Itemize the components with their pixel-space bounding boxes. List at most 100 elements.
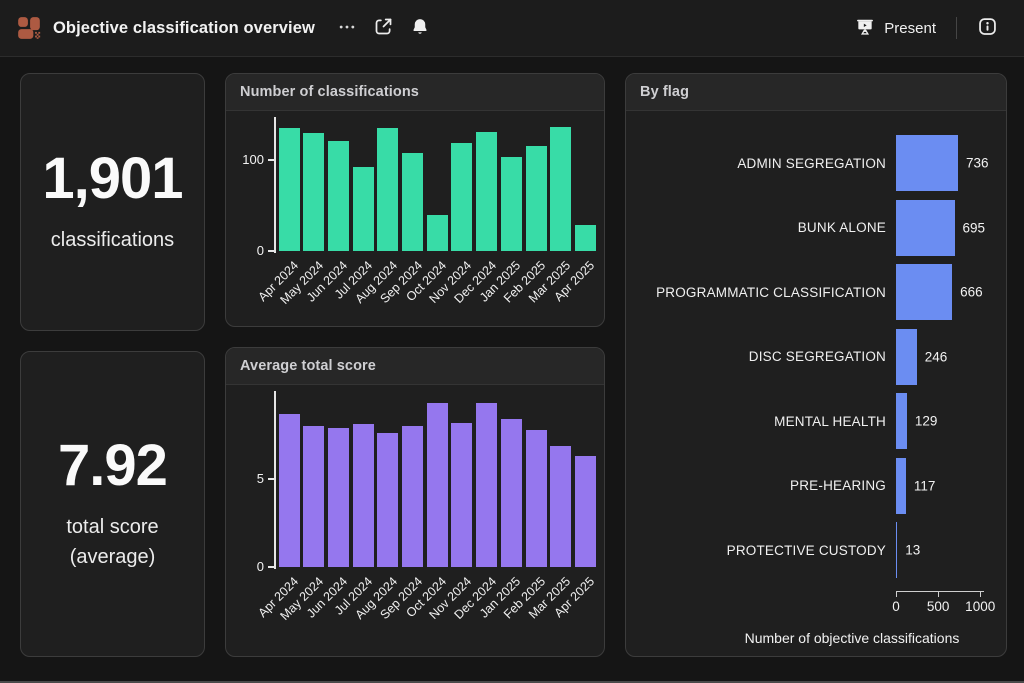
chart-card-by-flag: By flag ADMIN SEGREGATION 736 BUNK ALONE 69…	[625, 73, 1007, 657]
by-flag-row: PROGRAMMATIC CLASSIFICATION 666	[640, 260, 992, 325]
notifications-button[interactable]	[405, 12, 435, 45]
category-label: PROGRAMMATIC CLASSIFICATION	[640, 285, 886, 300]
bar-track: 666	[896, 264, 992, 320]
x-axis-tick-label: 500	[927, 599, 950, 614]
bar-chart-by-flag: ADMIN SEGREGATION 736 BUNK ALONE 695 PROGRAM…	[626, 111, 1006, 656]
stat-card-total-score: 7.92 total score (average)	[20, 351, 205, 657]
y-axis-tick	[268, 159, 274, 161]
chart-header: Number of classifications	[226, 74, 604, 111]
value-label: 695	[963, 220, 986, 235]
bar[interactable]	[550, 446, 571, 567]
x-axis: 05001000	[896, 591, 992, 617]
bar[interactable]	[328, 141, 349, 251]
bell-icon	[410, 17, 430, 40]
bar[interactable]	[476, 132, 497, 251]
value-label: 117	[914, 478, 936, 493]
bar-chart-number-of-classifications: 0100Apr 2024May 2024Jun 2024Jul 2024Aug …	[226, 117, 604, 326]
total-score-label-line2: (average)	[66, 542, 158, 572]
bar[interactable]	[896, 393, 907, 449]
bar[interactable]	[279, 414, 300, 567]
x-axis-tick	[896, 592, 897, 597]
bar[interactable]	[303, 426, 324, 567]
y-axis-tick-label: 100	[228, 151, 264, 169]
bar[interactable]	[402, 153, 423, 251]
value-label: 13	[905, 543, 920, 558]
y-axis-line	[274, 117, 276, 253]
x-axis-title: Number of objective classifications	[640, 630, 992, 646]
x-axis-row: 05001000	[640, 591, 992, 617]
category-label: PROTECTIVE CUSTODY	[640, 543, 886, 558]
app-logo-icon[interactable]	[16, 15, 42, 41]
y-axis-tick	[268, 566, 274, 568]
bar[interactable]	[328, 428, 349, 567]
by-flag-row: PROTECTIVE CUSTODY 13	[640, 518, 992, 583]
bar-track: 117	[896, 458, 992, 514]
by-flag-row: BUNK ALONE 695	[640, 196, 992, 261]
y-axis-line	[274, 391, 276, 569]
bar[interactable]	[501, 419, 522, 567]
dashboard-app: Objective classification overview	[0, 0, 1024, 683]
topbar-divider	[956, 17, 957, 39]
bar[interactable]	[279, 128, 300, 251]
chart-title: Number of classifications	[240, 84, 419, 100]
bar[interactable]	[451, 423, 472, 567]
x-axis-line	[896, 591, 984, 592]
bar[interactable]	[377, 128, 398, 251]
bar[interactable]	[377, 433, 398, 567]
chart-title: By flag	[640, 84, 689, 100]
bar[interactable]	[550, 127, 571, 251]
bar-track: 736	[896, 135, 992, 191]
x-axis-tick	[938, 592, 939, 597]
more-options-button[interactable]	[332, 12, 362, 45]
bar[interactable]	[896, 329, 917, 385]
bar[interactable]	[575, 456, 596, 567]
category-label: BUNK ALONE	[640, 220, 886, 235]
stat-card-classifications: 1,901 classifications	[20, 73, 205, 331]
y-axis-tick-label: 0	[228, 242, 264, 260]
classifications-count: 1,901	[42, 150, 182, 208]
present-icon	[855, 16, 875, 40]
y-axis-tick-label: 5	[228, 470, 264, 488]
category-label: MENTAL HEALTH	[640, 414, 886, 429]
bar[interactable]	[896, 264, 952, 320]
bar[interactable]	[303, 133, 324, 251]
bar[interactable]	[427, 403, 448, 567]
bar[interactable]	[896, 135, 958, 191]
share-icon	[373, 16, 394, 40]
bar[interactable]	[451, 143, 472, 251]
y-axis-tick-label: 0	[228, 558, 264, 576]
value-label: 246	[925, 349, 948, 364]
total-score-value: 7.92	[58, 437, 167, 495]
bar[interactable]	[896, 522, 897, 578]
bar[interactable]	[526, 146, 547, 251]
total-score-label: total score (average)	[66, 512, 158, 572]
middle-column: Number of classifications 0100Apr 2024Ma…	[225, 73, 605, 657]
info-button[interactable]	[972, 11, 1003, 45]
chart-card-number-of-classifications: Number of classifications 0100Apr 2024Ma…	[225, 73, 605, 327]
bar-track: 129	[896, 393, 992, 449]
bar[interactable]	[353, 424, 374, 567]
bar[interactable]	[575, 225, 596, 251]
bar[interactable]	[353, 167, 374, 251]
bar-chart-average-total-score: 05Apr 2024May 2024Jun 2024Jul 2024Aug 20…	[226, 391, 604, 656]
bar[interactable]	[476, 403, 497, 567]
chart-header: Average total score	[226, 348, 604, 385]
bar[interactable]	[402, 426, 423, 567]
y-axis-tick	[268, 478, 274, 480]
topbar: Objective classification overview	[0, 0, 1024, 57]
bar[interactable]	[896, 200, 955, 256]
bar[interactable]	[526, 430, 547, 567]
category-label: ADMIN SEGREGATION	[640, 156, 886, 171]
category-label: DISC SEGREGATION	[640, 349, 886, 364]
bar[interactable]	[501, 157, 522, 251]
share-button[interactable]	[368, 11, 399, 45]
category-label: PRE-HEARING	[640, 478, 886, 493]
x-axis-tick-label: 0	[892, 599, 900, 614]
bar[interactable]	[427, 215, 448, 251]
left-column: 1,901 classifications 7.92 total score (…	[20, 73, 205, 657]
chart-header: By flag	[626, 74, 1006, 111]
value-label: 129	[915, 414, 938, 429]
bar-track: 695	[896, 200, 992, 256]
bar[interactable]	[896, 458, 906, 514]
present-button[interactable]: Present	[847, 10, 944, 46]
